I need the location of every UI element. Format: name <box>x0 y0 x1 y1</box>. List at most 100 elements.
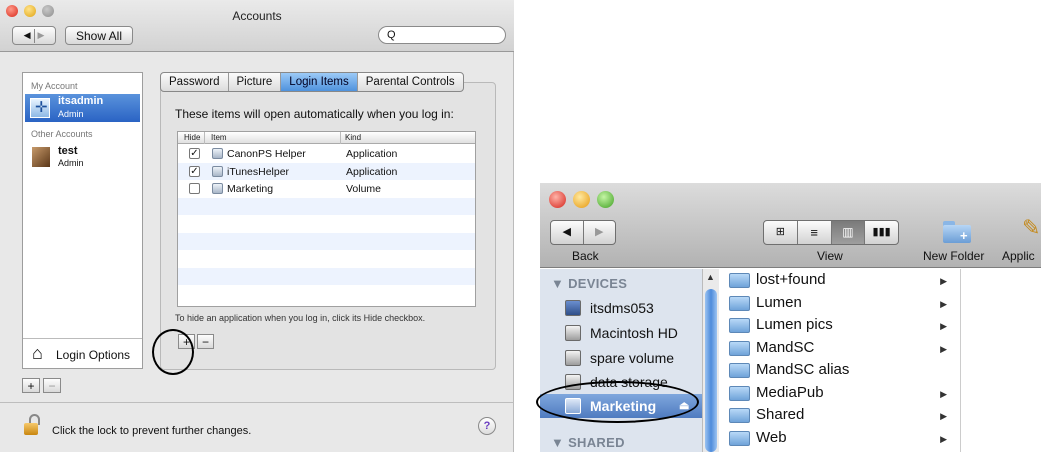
empty-row <box>178 233 475 250</box>
sidebar-item-itsdms053[interactable]: itsdms053 <box>540 296 690 320</box>
hide-checkbox[interactable]: ✓ <box>189 148 200 159</box>
disclosure-arrow-icon: ▶ <box>940 343 947 354</box>
hide-hint: To hide an application when you log in, … <box>175 313 426 323</box>
folder-row[interactable]: lost+found ▶ <box>720 269 961 292</box>
remove-login-item-button[interactable]: − <box>197 334 214 349</box>
item-kind: Application <box>346 148 398 160</box>
back-arrow-icon[interactable]: ◀ <box>24 30 31 41</box>
column-view-icon[interactable]: ▥ <box>831 221 866 244</box>
lock-icon[interactable] <box>22 414 40 436</box>
show-all-button[interactable]: Show All <box>65 26 133 45</box>
disclosure-arrow-icon: ▶ <box>940 388 947 399</box>
sidebar-item-macintosh-hd[interactable]: Macintosh HD <box>540 321 690 345</box>
search-field[interactable]: Q <box>378 26 506 44</box>
shared-header[interactable]: ▼ SHARED <box>551 435 625 450</box>
forward-arrow-icon[interactable]: ▶ <box>38 30 45 41</box>
back-arrow-icon[interactable]: ◀ <box>551 221 583 244</box>
account-itsadmin[interactable]: ✛ itsadmin Admin <box>25 94 140 122</box>
folder-name: Lumen <box>756 293 802 311</box>
folder-row[interactable]: Web ▶ <box>720 427 961 450</box>
devices-header[interactable]: ▼ DEVICES <box>551 276 627 291</box>
column-header-kind[interactable]: Kind <box>345 133 361 142</box>
folder-name: lost+found <box>756 271 826 288</box>
hide-checkbox[interactable] <box>189 183 200 194</box>
search-icon: Q <box>387 29 396 41</box>
account-name: itsadmin <box>58 95 104 107</box>
forward-arrow-icon[interactable]: ▶ <box>584 221 616 244</box>
disclosure-arrow-icon: ▶ <box>940 433 947 444</box>
accounts-list: My Account ✛ itsadmin Admin Other Accoun… <box>22 72 143 369</box>
sidebar-scrollbar[interactable]: ▲ <box>702 269 719 452</box>
account-test[interactable]: test Admin <box>25 144 140 172</box>
account-role: Admin <box>58 158 84 168</box>
lock-text: Click the lock to prevent further change… <box>52 425 252 437</box>
view-label: View <box>817 249 843 263</box>
remove-account-button[interactable]: − <box>43 378 61 393</box>
table-row[interactable]: ✓ iTunesHelper Application <box>178 163 475 180</box>
divider <box>0 402 514 403</box>
item-name: Marketing <box>227 183 274 195</box>
house-icon: ⌂ <box>32 343 43 363</box>
hide-checkbox[interactable]: ✓ <box>189 166 200 177</box>
folder-name: MandSC alias <box>756 361 850 378</box>
login-items-table: Hide Item Kind ✓ CanonPS Helper Applicat… <box>177 131 476 307</box>
folder-name: Web <box>756 428 787 446</box>
tab-picture[interactable]: Picture <box>229 73 282 91</box>
new-folder-icon[interactable]: + <box>943 219 971 243</box>
list-view-icon[interactable]: ≡ <box>798 221 832 244</box>
account-role: Admin <box>58 109 84 119</box>
login-options-button[interactable]: ⌂ Login Options <box>23 341 142 367</box>
folder-row[interactable]: Lumen ▶ <box>720 292 961 315</box>
item-kind: Application <box>346 166 398 178</box>
table-row[interactable]: Marketing Volume <box>178 180 475 197</box>
folder-icon <box>729 273 750 288</box>
tab-login-items[interactable]: Login Items <box>281 73 358 91</box>
divider <box>23 338 142 339</box>
sidebar-item-label: Macintosh HD <box>590 325 678 341</box>
scroll-up-arrow-icon[interactable]: ▲ <box>706 272 715 282</box>
close-button[interactable] <box>549 191 566 208</box>
folder-row[interactable]: MediaPub ▶ <box>720 382 961 405</box>
application-icon <box>212 148 223 159</box>
coverflow-view-icon[interactable]: ▮▮▮ <box>865 221 898 244</box>
help-button[interactable]: ? <box>478 417 496 435</box>
column-header-hide[interactable]: Hide <box>184 133 200 142</box>
window-title: Accounts <box>232 9 282 23</box>
applications-icon[interactable]: ✎ <box>1022 215 1040 241</box>
tab-password[interactable]: Password <box>161 73 229 91</box>
icon-view-icon[interactable]: ⊞ <box>764 221 798 244</box>
back-forward-control[interactable]: ◀ ▶ <box>550 220 616 245</box>
view-control[interactable]: ⊞ ≡ ▥ ▮▮▮ <box>763 220 899 245</box>
folder-row[interactable]: Shared ▶ <box>720 404 961 427</box>
avatar <box>32 147 50 167</box>
tab-bar: Password Picture Login Items Parental Co… <box>160 72 464 92</box>
minimize-button[interactable] <box>573 191 590 208</box>
sidebar-item-spare-volume[interactable]: spare volume <box>540 346 690 370</box>
folder-row[interactable]: MandSC alias <box>720 359 961 382</box>
folder-row[interactable]: MandSC ▶ <box>720 337 961 360</box>
folder-name: Lumen pics <box>756 316 833 333</box>
empty-row <box>178 198 475 215</box>
folder-icon <box>729 340 750 356</box>
avatar: ✛ <box>30 98 50 118</box>
back-forward-button[interactable]: ◀ ▶ <box>12 26 56 45</box>
zoom-button[interactable] <box>597 191 614 208</box>
folder-row[interactable]: Lumen pics ▶ <box>720 314 961 337</box>
my-account-header: My Account <box>31 81 78 91</box>
column-header-item[interactable]: Item <box>211 133 227 142</box>
empty-row <box>178 268 475 285</box>
alias-icon <box>729 363 750 378</box>
folder-icon <box>729 295 750 311</box>
folder-icon <box>729 385 750 401</box>
add-account-button[interactable]: + <box>22 378 40 393</box>
folder-icon <box>729 408 750 423</box>
table-row[interactable]: ✓ CanonPS Helper Application <box>178 145 475 162</box>
annotation-circle <box>152 329 194 375</box>
applications-label: Applic <box>1002 249 1035 263</box>
hard-drive-icon <box>565 325 581 341</box>
finder-toolbar: ◀ ▶ Back ⊞ ≡ ▥ ▮▮▮ View + New Folder ✎ A… <box>540 183 1041 268</box>
tab-parental-controls[interactable]: Parental Controls <box>358 73 463 91</box>
scrollbar-thumb[interactable] <box>705 289 717 452</box>
folder-name: MandSC <box>756 338 815 356</box>
folder-icon <box>729 318 750 333</box>
